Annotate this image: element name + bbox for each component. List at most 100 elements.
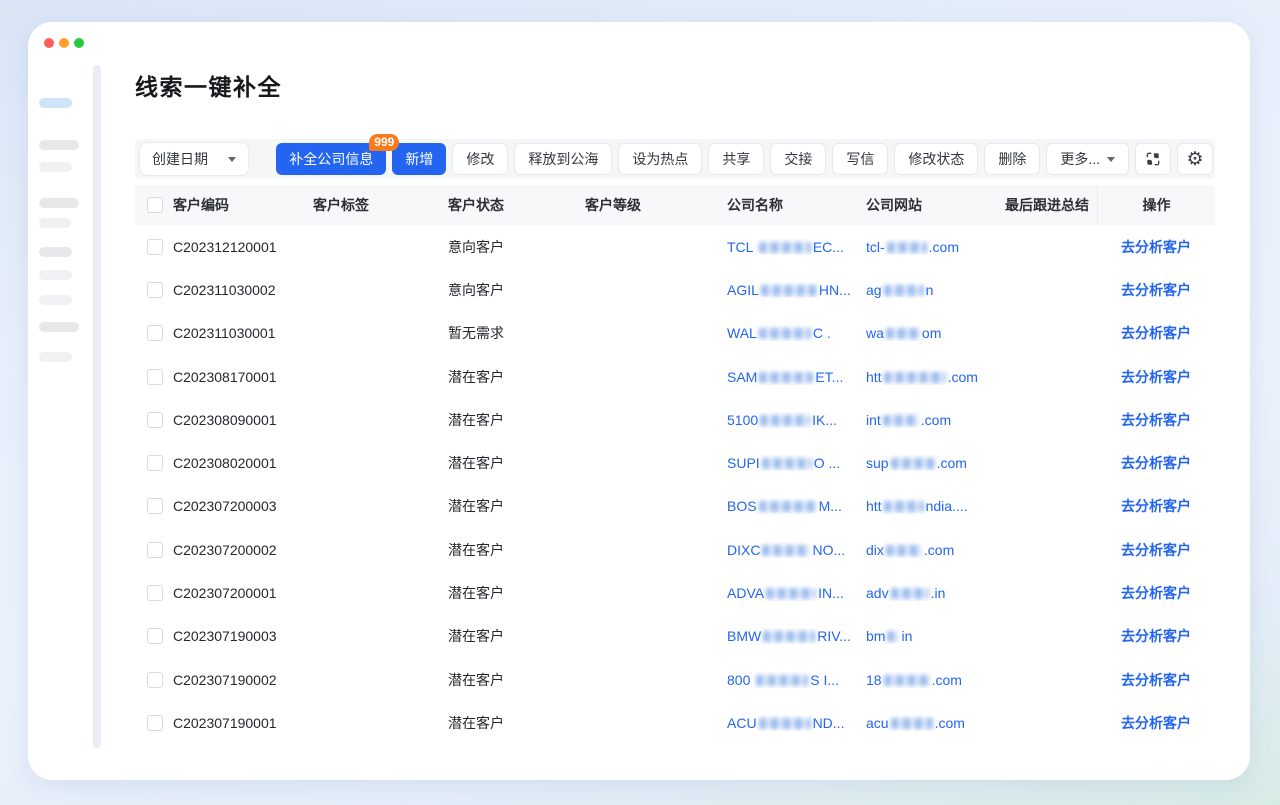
analyze-customer-link[interactable]: 去分析客户 [1121, 672, 1191, 688]
sidebar-item[interactable] [39, 295, 72, 305]
complete-company-info-button[interactable]: 补全公司信息 999 [276, 143, 386, 175]
company-name-link[interactable]: ADVAIN... [727, 585, 866, 601]
toolbar-button[interactable]: 修改 [452, 143, 508, 175]
analyze-customer-link[interactable]: 去分析客户 [1121, 239, 1191, 255]
row-checkbox[interactable] [147, 369, 163, 385]
redacted-text [886, 328, 920, 339]
sync-button[interactable] [1135, 143, 1171, 175]
text-suffix: C . [813, 325, 831, 341]
analyze-customer-link[interactable]: 去分析客户 [1121, 455, 1191, 471]
sidebar-item[interactable] [39, 352, 72, 362]
row-checkbox[interactable] [147, 282, 163, 298]
select-all-checkbox[interactable] [147, 197, 163, 213]
toolbar-button[interactable]: 交接 [770, 143, 826, 175]
company-website-link[interactable]: sup.com [866, 455, 1005, 471]
analyze-customer-link[interactable]: 去分析客户 [1121, 498, 1191, 514]
analyze-customer-link[interactable]: 去分析客户 [1121, 282, 1191, 298]
sidebar-item[interactable] [39, 270, 72, 280]
company-name-link[interactable]: DIXCNO... [727, 542, 866, 558]
row-checkbox[interactable] [147, 325, 163, 341]
company-website-link[interactable]: int.com [866, 412, 1005, 428]
sidebar-item[interactable] [39, 247, 72, 257]
customer-status-cell: 潜在客户 [448, 626, 585, 646]
analyze-customer-link[interactable]: 去分析客户 [1121, 369, 1191, 385]
gear-icon: ⚙ [1186, 150, 1203, 169]
row-checkbox[interactable] [147, 628, 163, 644]
row-checkbox-cell [135, 672, 173, 688]
minimize-window-button[interactable] [59, 38, 69, 48]
company-name-link[interactable]: BOSM... [727, 498, 866, 514]
redacted-text [886, 545, 922, 556]
text-suffix: .com [935, 715, 965, 731]
analyze-customer-link[interactable]: 去分析客户 [1121, 542, 1191, 558]
row-checkbox[interactable] [147, 715, 163, 731]
text-prefix: BMW [727, 628, 761, 644]
analyze-customer-link[interactable]: 去分析客户 [1121, 585, 1191, 601]
customer-code-cell: C202311030002 [173, 282, 313, 298]
add-button[interactable]: 新增 [392, 143, 446, 175]
analyze-customer-link[interactable]: 去分析客户 [1121, 715, 1191, 731]
company-website-link[interactable]: agn [866, 282, 1005, 298]
company-name-link[interactable]: WAL C . [727, 325, 866, 341]
company-website-link[interactable]: adv.in [866, 585, 1005, 601]
maximize-window-button[interactable] [74, 38, 84, 48]
company-name-link[interactable]: 5100IK... [727, 412, 866, 428]
text-prefix: ADVA [727, 585, 764, 601]
company-website-link[interactable]: httndia.... [866, 498, 1005, 514]
analyze-customer-link[interactable]: 去分析客户 [1121, 628, 1191, 644]
text-suffix: om [922, 325, 941, 341]
app-window: 线索一键补全 创建日期 补全公司信息 999 新增 修改释放到公海设为热点共享交… [28, 22, 1250, 780]
company-website-link[interactable]: bmin [866, 628, 1005, 644]
sidebar-item[interactable] [39, 218, 71, 228]
toolbar-button[interactable]: 释放到公海 [514, 143, 612, 175]
company-website-link[interactable]: dix.com [866, 542, 1005, 558]
more-button[interactable]: 更多... [1046, 143, 1129, 175]
toolbar-button[interactable]: 删除 [984, 143, 1040, 175]
company-name-link[interactable]: SUPIO ... [727, 455, 866, 471]
row-checkbox-cell [135, 455, 173, 471]
company-website-link[interactable]: waom [866, 325, 1005, 341]
close-window-button[interactable] [44, 38, 54, 48]
row-checkbox[interactable] [147, 455, 163, 471]
company-name-link[interactable]: AGILHN... [727, 282, 866, 298]
toolbar-button[interactable]: 设为热点 [618, 143, 702, 175]
sidebar-item[interactable] [39, 198, 79, 208]
customer-status-cell: 意向客户 [448, 237, 585, 257]
company-name-link[interactable]: TCL EC... [727, 239, 866, 255]
sidebar-item-active[interactable] [39, 98, 72, 108]
row-checkbox[interactable] [147, 542, 163, 558]
company-name-link[interactable]: ACUND... [727, 715, 866, 731]
company-website-link[interactable]: tcl-.com [866, 239, 1005, 255]
text-prefix: htt [866, 498, 882, 514]
company-website-link[interactable]: acu.com [866, 715, 1005, 731]
company-website-link[interactable]: htt.com [866, 369, 1005, 385]
row-checkbox[interactable] [147, 672, 163, 688]
action-cell: 去分析客户 [1097, 410, 1215, 430]
date-filter-select[interactable]: 创建日期 [139, 142, 249, 176]
row-checkbox[interactable] [147, 498, 163, 514]
action-cell: 去分析客户 [1097, 583, 1215, 603]
customer-status-cell: 潜在客户 [448, 367, 585, 387]
sidebar-item[interactable] [39, 162, 72, 172]
redacted-text [884, 501, 924, 512]
sidebar-item[interactable] [39, 322, 79, 332]
chevron-down-icon [1107, 157, 1115, 162]
company-website-link[interactable]: 18.com [866, 672, 1005, 688]
text-prefix: WAL [727, 325, 757, 341]
analyze-customer-link[interactable]: 去分析客户 [1121, 412, 1191, 428]
toolbar-button[interactable]: 共享 [708, 143, 764, 175]
row-checkbox[interactable] [147, 585, 163, 601]
toolbar-button[interactable]: 修改状态 [894, 143, 978, 175]
text-prefix: adv [866, 585, 889, 601]
sidebar-item[interactable] [39, 140, 79, 150]
company-name-link[interactable]: BMWRIV... [727, 628, 866, 644]
redacted-text [891, 588, 929, 599]
settings-button[interactable]: ⚙ [1177, 143, 1213, 175]
analyze-customer-link[interactable]: 去分析客户 [1121, 325, 1191, 341]
toolbar-button[interactable]: 写信 [832, 143, 888, 175]
row-checkbox[interactable] [147, 412, 163, 428]
text-suffix: IK... [812, 412, 837, 428]
company-name-link[interactable]: SAMET... [727, 369, 866, 385]
company-name-link[interactable]: 800 S I... [727, 672, 866, 688]
row-checkbox[interactable] [147, 239, 163, 255]
